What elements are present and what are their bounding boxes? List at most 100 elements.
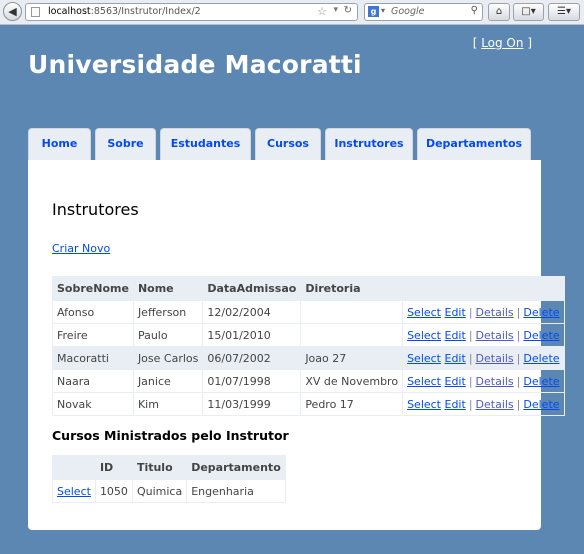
delete-link[interactable]: Delete: [523, 306, 559, 319]
cell-diretoria: Joao 27: [300, 346, 404, 370]
tools-menu-icon[interactable]: ☰▾: [548, 3, 580, 21]
table-row: Freire Paulo 15/01/2010 Select Edit | Deta…: [52, 323, 565, 347]
table-header-row: ID Titulo Departamento: [52, 455, 286, 480]
table-row-selected: Macoratti Jose Carlos 06/07/2002 Joao 27…: [52, 346, 565, 370]
table-header-row: SobreNome Nome DataAdmissao Diretoria: [52, 276, 565, 301]
menu-cursos[interactable]: Cursos: [255, 128, 321, 161]
separator: |: [516, 328, 521, 342]
login-bracket-open: [: [472, 36, 482, 50]
edit-link[interactable]: Edit: [445, 375, 466, 388]
row-actions: Select Edit | Details | Delete: [402, 323, 565, 347]
select-link[interactable]: Select: [407, 398, 441, 411]
separator: |: [468, 397, 473, 411]
delete-link[interactable]: Delete: [523, 329, 559, 342]
col-action: [52, 455, 96, 480]
bookmarks-menu-icon[interactable]: □▾: [513, 3, 544, 21]
menu-estudantes[interactable]: Estudantes: [160, 128, 251, 161]
cell-diretoria: XV de Novembro: [300, 369, 404, 393]
main-content: Instrutores Criar Novo SobreNome Nome Da…: [28, 160, 565, 530]
separator: |: [516, 397, 521, 411]
details-link[interactable]: Details: [476, 306, 514, 319]
cell-sobrenome: Afonso: [52, 300, 134, 324]
table-row: Afonso Jefferson 12/02/2004 Select Edit |…: [52, 300, 565, 324]
row-actions: Select Edit | Details | Delete: [402, 300, 565, 324]
courses-heading: Cursos Ministrados pelo Instrutor: [52, 428, 289, 443]
page-heading: Instrutores: [52, 200, 139, 219]
cell-nome: Paulo: [132, 323, 204, 347]
col-data-admissao: DataAdmissao: [202, 276, 302, 301]
select-course-link[interactable]: Select: [57, 485, 91, 498]
row-actions: Select Edit | Details | Delete: [402, 392, 565, 416]
login-display: [ Log On ]: [473, 36, 532, 50]
separator: |: [468, 305, 473, 319]
search-engine-dropdown-icon[interactable]: ▾: [381, 6, 385, 15]
details-link[interactable]: Details: [476, 398, 514, 411]
cell-data: 01/07/1998: [202, 369, 302, 393]
table-row: Novak Kim 11/03/1999 Pedro 17 Select Edi…: [52, 392, 565, 416]
col-nome: Nome: [132, 276, 204, 301]
cell-nome: Kim: [132, 392, 204, 416]
cell-diretoria: [300, 300, 404, 324]
col-actions: [402, 276, 565, 301]
row-actions: Select Edit | Details | Delete: [402, 369, 565, 393]
separator: |: [468, 351, 473, 365]
delete-link[interactable]: Delete: [523, 352, 559, 365]
url-path: :8563/Instrutor/Index/2: [90, 6, 201, 17]
details-link[interactable]: Details: [476, 352, 514, 365]
url-host: localhost: [48, 6, 91, 17]
menu-instrutores[interactable]: Instrutores: [325, 128, 413, 161]
create-new-link[interactable]: Criar Novo: [52, 242, 110, 255]
edit-link[interactable]: Edit: [445, 398, 466, 411]
col-diretoria: Diretoria: [300, 276, 404, 301]
select-link[interactable]: Select: [407, 352, 441, 365]
select-link[interactable]: Select: [407, 306, 441, 319]
menu-home[interactable]: Home: [28, 128, 91, 161]
url-dropdown-icon[interactable]: ▾: [333, 5, 338, 15]
edit-link[interactable]: Edit: [445, 352, 466, 365]
log-on-link[interactable]: Log On: [481, 36, 523, 50]
cell-data: 11/03/1999: [202, 392, 302, 416]
table-row: Select 1050 Quimica Engenharia: [52, 479, 286, 503]
cell-nome: Janice: [132, 369, 204, 393]
cell-nome: Jose Carlos: [132, 346, 204, 370]
edit-link[interactable]: Edit: [445, 329, 466, 342]
address-bar[interactable]: localhost:8563/Instrutor/Index/2 ☆ ▾ ↻: [25, 3, 358, 21]
details-link[interactable]: Details: [476, 375, 514, 388]
magnifier-icon[interactable]: ⚲: [471, 5, 478, 16]
browser-toolbar: ◀ localhost:8563/Instrutor/Index/2 ☆ ▾ ↻…: [0, 0, 584, 25]
cell-titulo: Quimica: [131, 479, 188, 503]
cell-sobrenome: Naara: [52, 369, 134, 393]
details-link[interactable]: Details: [476, 329, 514, 342]
page-icon: [31, 7, 40, 17]
cell-sobrenome: Macoratti: [52, 346, 134, 370]
menu-departamentos[interactable]: Departamentos: [417, 128, 531, 161]
row-actions: Select Edit | Details | Delete: [402, 346, 565, 370]
instructors-table: SobreNome Nome DataAdmissao Diretoria Af…: [52, 276, 565, 416]
cell-departamento: Engenharia: [186, 479, 286, 503]
search-engine-icon[interactable]: g: [368, 6, 379, 17]
cell-sobrenome: Novak: [52, 392, 134, 416]
separator: |: [516, 305, 521, 319]
col-sobrenome: SobreNome: [52, 276, 134, 301]
home-icon[interactable]: ⌂: [488, 3, 510, 21]
cell-sobrenome: Freire: [52, 323, 134, 347]
bookmark-star-icon[interactable]: ☆: [317, 5, 327, 18]
select-link[interactable]: Select: [407, 329, 441, 342]
search-placeholder: Google: [391, 6, 425, 17]
cell-diretoria: [300, 323, 404, 347]
separator: |: [468, 374, 473, 388]
menu-sobre[interactable]: Sobre: [95, 128, 156, 161]
delete-link[interactable]: Delete: [523, 398, 559, 411]
col-titulo: Titulo: [131, 455, 188, 480]
select-link[interactable]: Select: [407, 375, 441, 388]
cell-data: 15/01/2010: [202, 323, 302, 347]
delete-link[interactable]: Delete: [523, 375, 559, 388]
reload-icon[interactable]: ↻: [344, 5, 352, 16]
site-title: Universidade Macoratti: [28, 50, 362, 79]
url-text: localhost:8563/Instrutor/Index/2: [48, 6, 201, 17]
back-arrow-icon[interactable]: ◀: [3, 2, 22, 21]
search-bar[interactable]: g ▾ Google ⚲: [364, 3, 483, 21]
separator: |: [468, 328, 473, 342]
edit-link[interactable]: Edit: [445, 306, 466, 319]
login-bracket-close: ]: [523, 36, 532, 50]
